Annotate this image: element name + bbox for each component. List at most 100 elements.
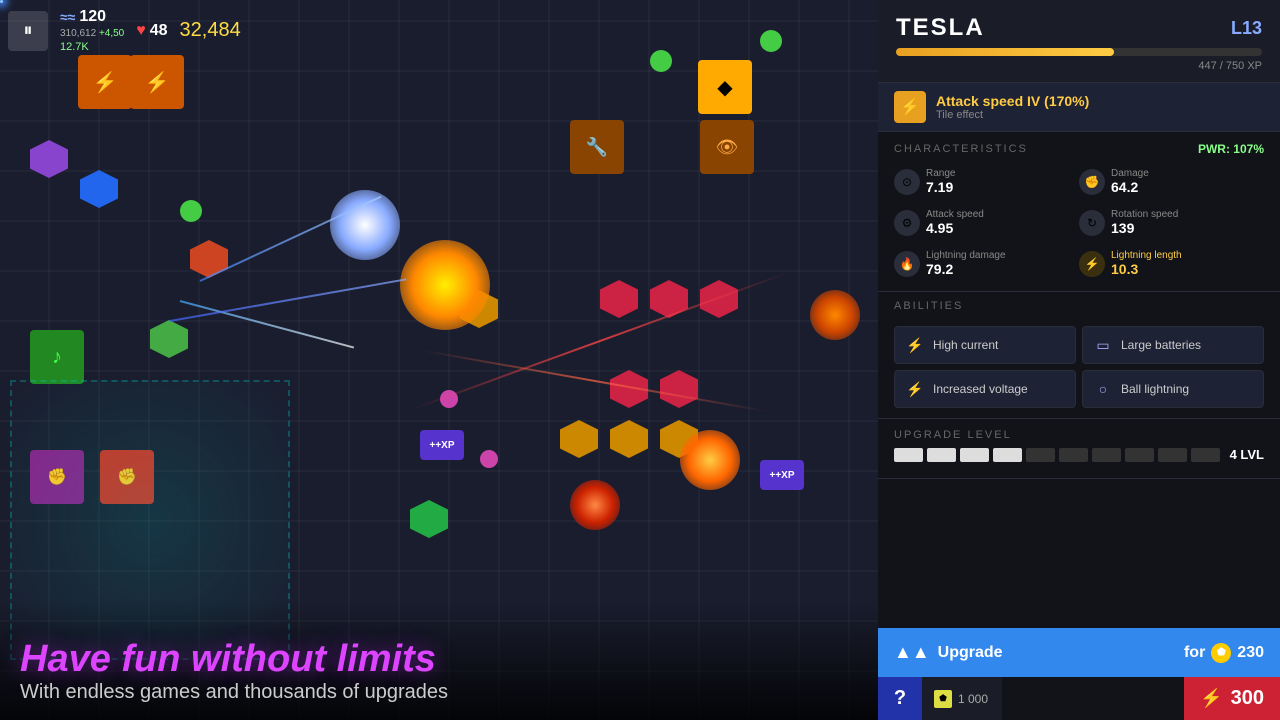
upgrade-block-6 (1059, 448, 1088, 462)
tower-header: TESLA L13 447 / 750 XP (878, 0, 1280, 83)
attack-speed-icon: ⚙ (894, 210, 920, 236)
lightning-damage-info: Lightning damage 79.2 (926, 250, 1079, 277)
xp-text: 447 / 750 XP (896, 60, 1262, 72)
score-display: 32,484 (180, 19, 241, 42)
lightning-damage-label: Lightning damage (926, 250, 1079, 261)
stat-lightning-damage: 🔥 Lightning damage 79.2 (894, 246, 1079, 281)
stats-grid: ⊙ Range 7.19 ✊ Damage 64.2 ⚙ Attack spee… (894, 164, 1264, 281)
circle-obstacle (180, 200, 202, 222)
explosion-effect (680, 430, 740, 490)
action-tile[interactable]: ⚡ (78, 55, 132, 109)
increased-voltage-icon: ⚡ (905, 379, 925, 399)
action-tile[interactable]: ♪ (30, 330, 84, 384)
upgrade-blocks (894, 448, 1220, 462)
upgrade-block-5 (1026, 448, 1055, 462)
help-button[interactable]: ? (878, 677, 922, 720)
currency-main-display[interactable]: ⚡ 300 (1184, 677, 1280, 720)
ability-large-batteries[interactable]: ▭ Large batteries (1082, 326, 1264, 364)
dps-stat: 12.7K (60, 41, 124, 53)
large-batteries-icon: ▭ (1093, 335, 1113, 355)
action-tile[interactable]: ⚡ (130, 55, 184, 109)
damage-icon: ✊ (1079, 169, 1105, 195)
currency-small-icon: ⬟ (934, 690, 952, 708)
explosion-effect (330, 190, 400, 260)
promo-title: Have fun without limits (20, 638, 858, 681)
upgrade-level-section: UPGRADE LEVEL 4 LVL (878, 419, 1280, 479)
currency-small-display: ⬟ 1 000 (922, 677, 1002, 720)
circle-obstacle (650, 50, 672, 72)
lightning-length-value: 10.3 (1111, 261, 1264, 277)
currency-main-amount: 300 (1231, 687, 1264, 710)
sub-score: 310,612 +4,50 (60, 28, 124, 39)
upgrade-block-4 (993, 448, 1022, 462)
currency-lightning-icon: ⚡ (1200, 688, 1222, 709)
stat-range: ⊙ Range 7.19 (894, 164, 1079, 199)
characteristics-section: CHARACTERISTICS PWR: 107% ⊙ Range 7.19 ✊… (878, 132, 1280, 292)
upgrade-block-1 (894, 448, 923, 462)
xp-badge: ++XP (760, 460, 804, 490)
lightning-spark (0, 0, 3, 3)
hud-top: ⏸ ≈≈ 120 310,612 +4,50 12.7K ♥ 48 32,484 (8, 8, 241, 53)
stat-lightning-length: ⚡ Lightning length 10.3 (1079, 246, 1264, 281)
ability-increased-voltage[interactable]: ⚡ Increased voltage (894, 370, 1076, 408)
large-batteries-label: Large batteries (1121, 338, 1201, 352)
lightning-damage-icon: 🔥 (894, 251, 920, 277)
coin-icon: ⬟ (1211, 643, 1231, 663)
attack-speed-label: Attack speed (926, 209, 1079, 220)
characteristics-title: CHARACTERISTICS (894, 143, 1028, 155)
attack-speed-value: 4.95 (926, 220, 1079, 236)
upgrade-cost-value: 230 (1237, 644, 1264, 662)
upgrade-block-2 (927, 448, 956, 462)
stat-rotation-speed: ↻ Rotation speed 139 (1079, 205, 1264, 240)
upgrade-btn-label: Upgrade (938, 644, 1003, 662)
increased-voltage-label: Increased voltage (933, 382, 1028, 396)
lightning-damage-value: 79.2 (926, 261, 1079, 277)
effect-name: Attack speed IV (170%) (936, 93, 1089, 109)
explosion-effect (400, 240, 490, 330)
currency-spacer (1002, 677, 1184, 720)
ability-ball-lightning[interactable]: ○ Ball lightning (1082, 370, 1264, 408)
upgrade-block-10 (1191, 448, 1220, 462)
attack-speed-info: Attack speed 4.95 (926, 209, 1079, 236)
xp-bar-fill (896, 48, 1114, 56)
upgrade-level-title: UPGRADE LEVEL (894, 429, 1264, 441)
action-tile[interactable]: 🔧 (570, 120, 624, 174)
abilities-grid: ⚡ High current ▭ Large batteries ⚡ Incre… (878, 316, 1280, 419)
pause-button[interactable]: ⏸ (8, 11, 48, 51)
explosion-effect (810, 290, 860, 340)
upgrade-button[interactable]: ▲▲ Upgrade for ⬟ 230 (878, 628, 1280, 677)
effect-label: Tile effect (936, 109, 1089, 121)
rotation-info: Rotation speed 139 (1111, 209, 1264, 236)
upgrade-action-row: ▲▲ Upgrade for ⬟ 230 (878, 628, 1280, 677)
circle-obstacle (480, 450, 498, 468)
ball-lightning-icon: ○ (1093, 379, 1113, 399)
range-info: Range 7.19 (926, 168, 1079, 195)
damage-info: Damage 64.2 (1111, 168, 1264, 195)
action-tile[interactable]: 👁 (700, 120, 754, 174)
health-stat: ♥ 48 (136, 22, 167, 40)
upgrade-level-value: 4 LVL (1230, 447, 1264, 462)
upgrade-block-3 (960, 448, 989, 462)
upgrade-cost-display: for ⬟ 230 (1184, 643, 1264, 663)
circle-obstacle (760, 30, 782, 52)
for-label: for (1184, 644, 1205, 662)
explosion-effect (570, 480, 620, 530)
stat-damage: ✊ Damage 64.2 (1079, 164, 1264, 199)
ball-lightning-label: Ball lightning (1121, 382, 1189, 396)
range-label: Range (926, 168, 1079, 179)
stat-attack-speed: ⚙ Attack speed 4.95 (894, 205, 1079, 240)
upgrade-level-header: 4 LVL (894, 447, 1264, 462)
game-area: ⚡ ⚡ ♪ ✊ ✊ 🔧 👁 ◆ ++XP ++XP ⏸ ≈≈ 120 310,6… (0, 0, 878, 720)
damage-label: Damage (1111, 168, 1264, 179)
tower-level: L13 (1231, 18, 1262, 39)
upgrade-block-9 (1158, 448, 1187, 462)
tower-name: TESLA (896, 14, 985, 42)
range-value: 7.19 (926, 179, 1079, 195)
wave-stat: ≈≈ 120 (60, 8, 124, 26)
rotation-value: 139 (1111, 220, 1264, 236)
tile-effect-icon: ⚡ (894, 91, 926, 123)
characteristics-header: CHARACTERISTICS PWR: 107% (894, 142, 1264, 156)
action-tile[interactable]: ◆ (698, 60, 752, 114)
ability-high-current[interactable]: ⚡ High current (894, 326, 1076, 364)
high-current-label: High current (933, 338, 998, 352)
